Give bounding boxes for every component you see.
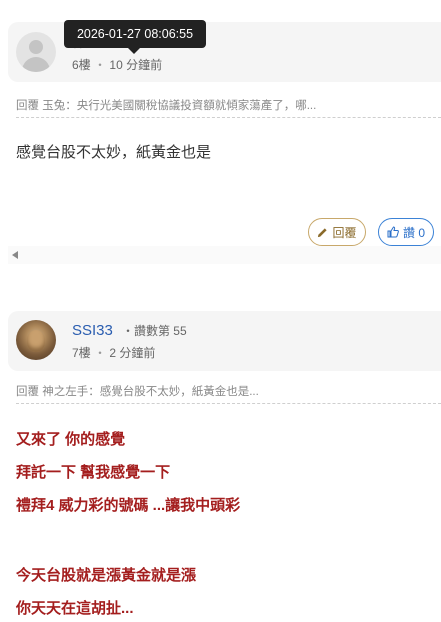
avatar[interactable]: [16, 32, 56, 72]
post-line: 禮拜4 威力彩的號碼 ...讓我中頭彩: [16, 497, 241, 514]
username[interactable]: SSI33: [72, 322, 113, 339]
floor-number: 6樓: [72, 58, 91, 72]
time-ago[interactable]: 10 分鐘前: [109, 58, 162, 72]
reply-quote[interactable]: 回覆 玉兔：央行光美國關稅協議投資額就傾家蕩產了，哪...: [16, 97, 356, 113]
post-line: 今天台股就是漲黃金就是漲: [16, 567, 197, 584]
post-meta: 6樓 ・ 10 分鐘前: [72, 56, 162, 73]
thumbs-up-icon: [387, 226, 399, 238]
scroll-left-arrow-icon[interactable]: [12, 251, 18, 259]
avatar[interactable]: [16, 320, 56, 360]
reply-button[interactable]: 回覆: [308, 218, 366, 246]
post-meta: 7樓 ・ 2 分鐘前: [72, 344, 155, 361]
meta-separator: ・: [94, 58, 107, 72]
post-line: 拜託一下 幫我感覺一下: [16, 464, 171, 481]
post-line: 又來了 你的感覺: [16, 431, 126, 448]
time-ago[interactable]: 2 分鐘前: [109, 346, 155, 360]
reply-quote[interactable]: 回覆 神之左手：感覺台股不太妙，紙黃金也是...: [16, 383, 356, 399]
tooltip-text: 2026-01-27 08:06:55: [76, 27, 194, 41]
divider: [16, 403, 441, 404]
tooltip-arrow: [128, 48, 140, 54]
horizontal-scrollbar[interactable]: [8, 246, 441, 264]
post-content: 感覺台股不太妙，紙黃金也是: [16, 144, 212, 161]
pencil-icon: [318, 227, 328, 237]
post-line: 你天天在這胡扯...: [16, 600, 134, 617]
like-label: 讚 0: [402, 225, 425, 240]
reply-label: 回覆: [332, 225, 357, 240]
like-button[interactable]: 讚 0: [378, 218, 434, 246]
timestamp-tooltip: 2026-01-27 08:06:55: [64, 20, 206, 48]
meta-separator: ・: [94, 346, 107, 360]
user-line: SSI33 ・讚數第 55: [72, 320, 187, 339]
floor-number: 7樓: [72, 346, 91, 360]
divider: [16, 117, 441, 118]
rank-badge: ・讚數第 55: [121, 324, 187, 338]
